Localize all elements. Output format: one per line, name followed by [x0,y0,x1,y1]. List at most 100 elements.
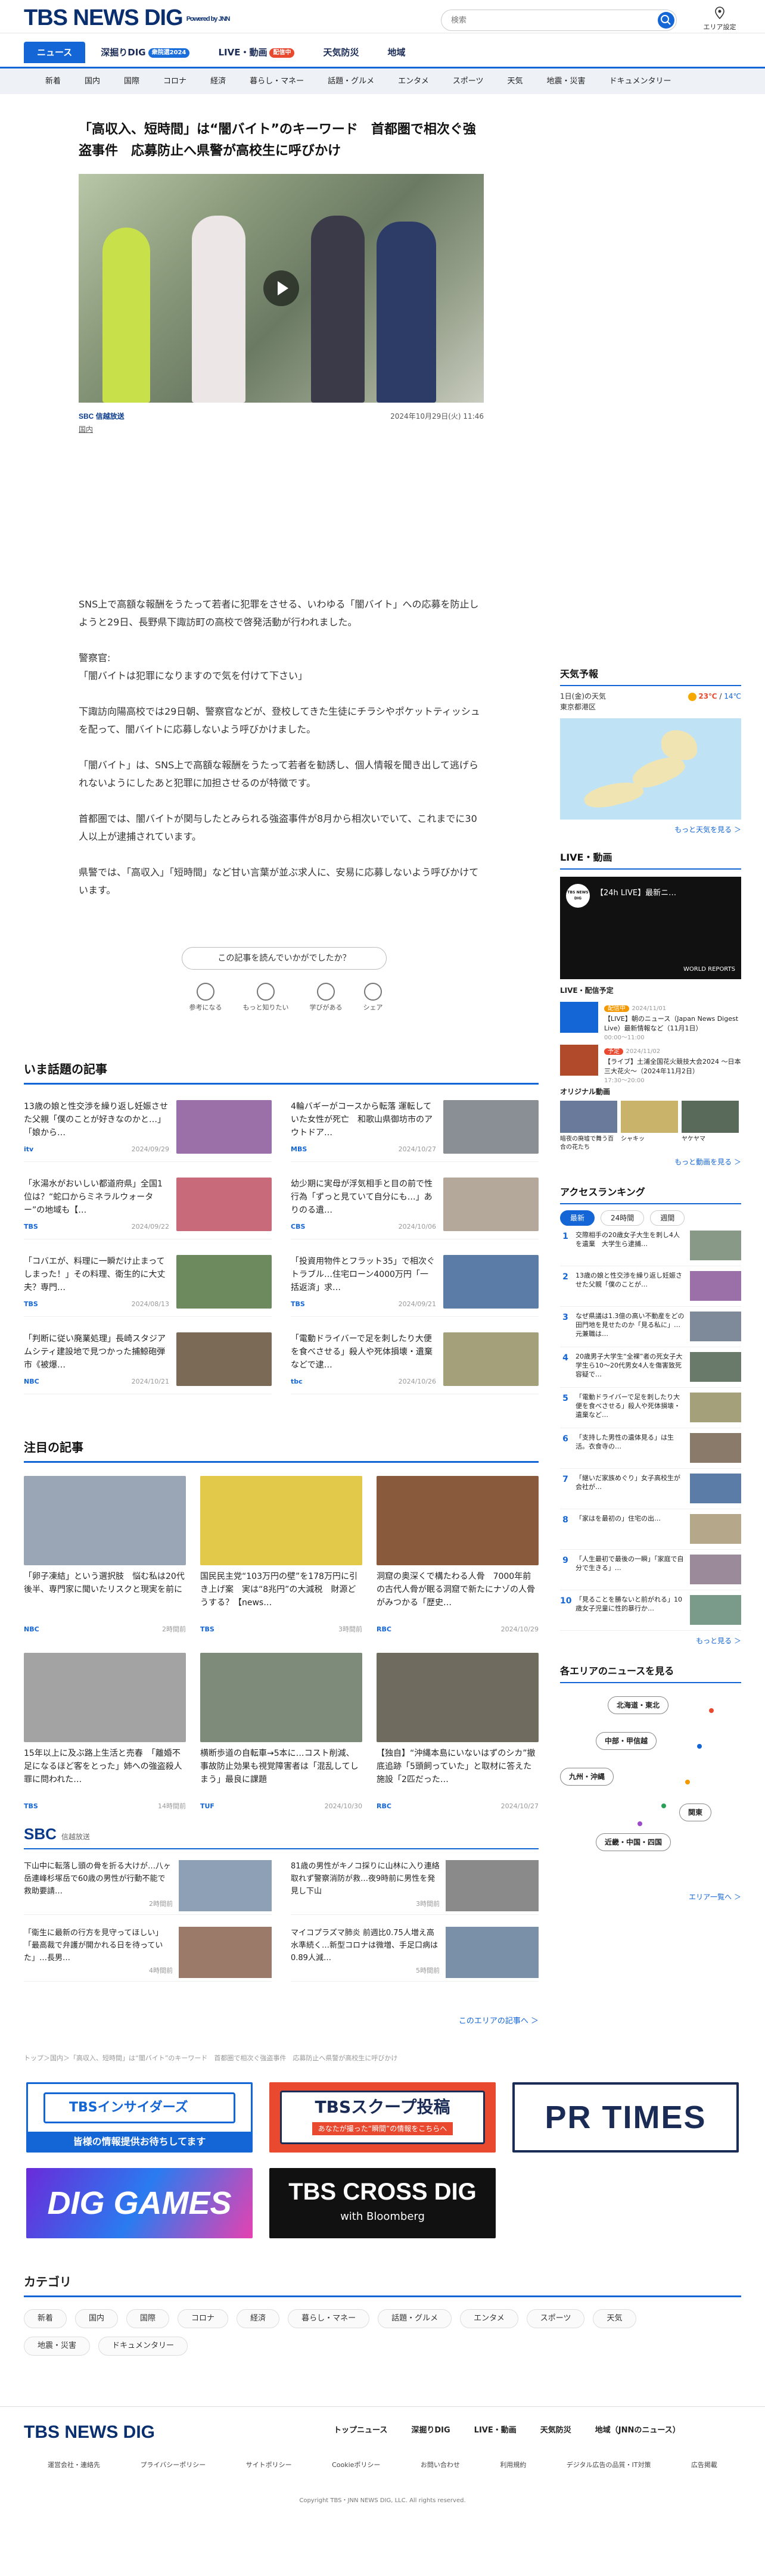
nav-live[interactable]: LIVE・動画 配信中 [205,42,307,63]
cat-entertainment[interactable]: エンタメ [386,68,441,94]
schedule-item[interactable]: 配信中 2024/11/01 【LIVE】朝のニュース（Japan News Di… [560,1002,741,1041]
category-tag[interactable]: スポーツ [526,2309,585,2328]
article-category-link[interactable]: 国内 [79,424,93,435]
article-card[interactable]: 横断歩道の自転車→5本に…コスト削減、事故防止効果も視覚障害者は「混乱してしまう… [200,1652,362,1812]
search-icon[interactable] [658,12,674,29]
area-list-link[interactable]: エリア一覧へ ＞ [560,1892,741,1902]
list-item[interactable]: 13歳の娘と性交渉を繰り返し妊娠させた父親「僕のことが好きなのかと…」「娘から…… [24,1100,272,1162]
area-settings-button[interactable]: エリア設定 [702,6,738,32]
ranking-item[interactable]: 10 「見ることを勝ないと前がれる」10歳女子児童に性的暴行か… [560,1595,741,1631]
list-item[interactable]: 「氷湯水がおいしい都道府県」全国1位は？“蛇口からミネラルウォーター”の地域も【… [24,1178,272,1239]
category-tag[interactable]: コロナ [178,2309,229,2328]
ranking-item[interactable]: 2 13歳の娘と性交渉を繰り返し妊娠させた父親「僕のことが… [560,1271,741,1307]
article-card[interactable]: 15年以上に及ぶ路上生活と売春 「離婚不足になるほど客をとった」姉への強盗殺人罪… [24,1652,186,1812]
more-weather-link[interactable]: もっと天気を見る ＞ [560,824,741,835]
category-tag[interactable]: 新着 [24,2309,67,2328]
ranking-item[interactable]: 4 20歳男子大学生“全裸”者の死女子大学生ら10〜20代男女4人を傷害致死容疑で… [560,1352,741,1388]
cat-disaster[interactable]: 地震・災害 [535,68,598,94]
play-icon[interactable] [263,270,299,306]
list-item[interactable]: 「電動ドライバーで足を刺したり大便を食べさせる」殺人や死体損壊・遺棄などで逮… t… [291,1332,539,1394]
weather-map[interactable] [560,718,741,820]
cat-sports[interactable]: スポーツ [441,68,496,94]
cat-gourmet[interactable]: 話題・グルメ [316,68,386,94]
area-button[interactable]: 関東 [679,1803,712,1821]
ranking-item[interactable]: 5 「電動ドライバーで足を刺したり大便を食べさせる」殺人や死体損壊・遺棄など… [560,1393,741,1428]
article-video[interactable] [79,174,484,403]
list-item[interactable]: 4輪バギーがコースから転落 運転していた女性が死亡 和歌山県御坊市のアウトドア…… [291,1100,539,1162]
more-area-link[interactable]: このエリアの記事へ ＞ [24,2016,539,2027]
site-logo[interactable]: TBS NEWS DIG Powered by JNN [24,6,230,30]
category-tag[interactable]: ドキュメンタリー [98,2337,188,2356]
cat-new[interactable]: 新着 [33,68,73,94]
article-card[interactable]: 「卵子凍結」という選択肢 悩む私は20代後半、専門家に聞いたリスクと現実を前に N… [24,1476,186,1635]
cat-domestic[interactable]: 国内 [73,68,112,94]
cat-international[interactable]: 国際 [112,68,151,94]
tab-weekly[interactable]: 週間 [650,1210,685,1226]
area-button[interactable]: 近畿・中国・四国 [596,1833,671,1851]
area-button[interactable]: 北海道・東北 [608,1696,669,1714]
tab-latest[interactable]: 最新 [560,1210,595,1226]
footer-link[interactable]: お問い合わせ [421,2460,460,2471]
survey-button[interactable]: この記事を読んでいかがでしたか？ [182,947,387,970]
video-card[interactable]: ヤケヤマ [682,1101,739,1152]
area-button[interactable]: 九州・沖縄 [560,1768,614,1786]
list-item[interactable]: 81歳の男性がキノコ採りに山林に入り連絡取れず警察消防が救…夜9時前に男性を発見… [291,1860,539,1915]
area-button[interactable]: 中部・甲信越 [596,1732,657,1750]
ranking-item[interactable]: 7 「継いだ家族めぐり」女子高校生が会社が… [560,1474,741,1509]
footer-link[interactable]: プライバシーポリシー [140,2460,206,2471]
list-item[interactable]: 幼少期に実母が浮気相手と目の前で性行為「ずっと見ていて自分にも…」ありのる遺… C… [291,1178,539,1239]
cat-corona[interactable]: コロナ [151,68,198,94]
video-card[interactable]: シャキッ [621,1101,678,1152]
category-tag[interactable]: 経済 [237,2309,280,2328]
ranking-item[interactable]: 9 「人生最初で最後の一瞬」「家庭で自分で生きる」… [560,1555,741,1590]
more-ranking-link[interactable]: もっと見る ＞ [560,1636,741,1646]
cross-dig-banner[interactable]: TBS CROSS DIG with Bloomberg [269,2168,496,2238]
nav-news[interactable]: ニュース [24,42,86,63]
more-video-link[interactable]: もっと動画を見る ＞ [560,1157,741,1167]
footer-link[interactable]: サイトポリシー [246,2460,292,2471]
ranking-item[interactable]: 3 なぜ県議は1.3億の高い不動産をどの田門地を見せたのか「見る私に」…元兼職は… [560,1312,741,1347]
article-card[interactable]: 洞窟の奥深くで構たわる人骨 7000年前の古代人骨が眠る洞窟で新たにナゾの人骨が… [377,1476,539,1635]
category-tag[interactable]: 国際 [126,2309,170,2328]
tab-24h[interactable]: 24時間 [601,1210,645,1226]
list-item[interactable]: 「衛生に最新の行方を見守ってほしい」「最高裁で弁護が開かれる日を待っていた」…長… [24,1927,272,1982]
footer-nav-link[interactable]: 地域（JNNのニュース） [595,2425,680,2437]
article-card[interactable]: 国民民主党“103万円の壁”を178万円に引き上げ案 実は“8兆円”の大減税 財… [200,1476,362,1635]
footer-link[interactable]: 運営会社・連絡先 [48,2460,100,2471]
reaction-helpful[interactable]: 参考になる [189,983,222,1013]
nav-dig[interactable]: 深掘りDIG 衆院選2024 [88,42,203,63]
list-item[interactable]: 下山中に転落し頭の骨を折る大けが…八ヶ岳連峰杉塚岳で60歳の男性が行動不能で救助… [24,1860,272,1915]
dig-games-banner[interactable]: DIG GAMES [26,2168,253,2238]
ranking-item[interactable]: 8 「家はを最初の」住宅の出… [560,1514,741,1550]
video-card[interactable]: 暗夜の廃墟で舞う百合の花たち [560,1101,617,1152]
cat-money[interactable]: 暮らし・マネー [238,68,316,94]
nav-area[interactable]: 地域 [374,42,418,63]
cat-documentary[interactable]: ドキュメンタリー [598,68,683,94]
footer-nav-link[interactable]: トップニュース [334,2425,387,2437]
category-tag[interactable]: 天気 [593,2309,636,2328]
article-card[interactable]: 【独自】“沖縄本島にいないはずのシカ”撤底追跡「5頭飼っていた」と取材に答えた施… [377,1652,539,1812]
prtimes-banner[interactable]: PR TIMES [512,2082,739,2153]
category-tag[interactable]: 国内 [75,2309,119,2328]
list-item[interactable]: 「コバエが、料理に一瞬だけ止まってしまった！」その料理、衛生的に大丈夫？専門… T… [24,1255,272,1317]
reaction-more[interactable]: もっと知りたい [243,983,289,1013]
category-tag[interactable]: 暮らし・マネー [288,2309,370,2328]
live-player[interactable]: TBS NEWS DIG 【24h LIVE】最新ニ… WORLD REPORT… [560,877,741,979]
schedule-item[interactable]: 予定 2024/11/02 【ライブ】土浦全国花火競技大会2024 ～日本三大花火… [560,1045,741,1084]
reaction-share[interactable]: シェア [363,983,383,1013]
ranking-item[interactable]: 1 交際相手の20歳女子大生を刺し4人を遺棄 大学生ら逮捕… [560,1231,741,1266]
cat-economy[interactable]: 経済 [198,68,238,94]
footer-nav-link[interactable]: 深掘りDIG [411,2425,450,2437]
category-tag[interactable]: エンタメ [460,2309,518,2328]
footer-link[interactable]: Cookieポリシー [332,2460,380,2471]
list-item[interactable]: マイコプラズマ肺炎 前週比0.75人増え高水準続く…新型コロナは微増、手足口病は… [291,1927,539,1982]
reaction-learn[interactable]: 学びがある [310,983,343,1013]
footer-link[interactable]: デジタル広告の品質・IT対策 [567,2460,651,2471]
scoop-banner[interactable]: TBSスクープ投稿 あなたが撮った“瞬間”の情報をこちらへ [269,2082,496,2153]
nav-weather[interactable]: 天気防災 [310,42,372,63]
footer-link[interactable]: 利用規約 [500,2460,526,2471]
list-item[interactable]: 「判断に従い廃業処理」長崎スタジアムシティ建設地で見つかった捕鯨砲弾市《被爆… N… [24,1332,272,1394]
footer-nav-link[interactable]: 天気防災 [540,2425,571,2437]
list-item[interactable]: 「投資用物件とフラット35」で相次ぐトラブル…住宅ローン4000万円「一括返済」… [291,1255,539,1317]
cat-weather[interactable]: 天気 [495,68,534,94]
